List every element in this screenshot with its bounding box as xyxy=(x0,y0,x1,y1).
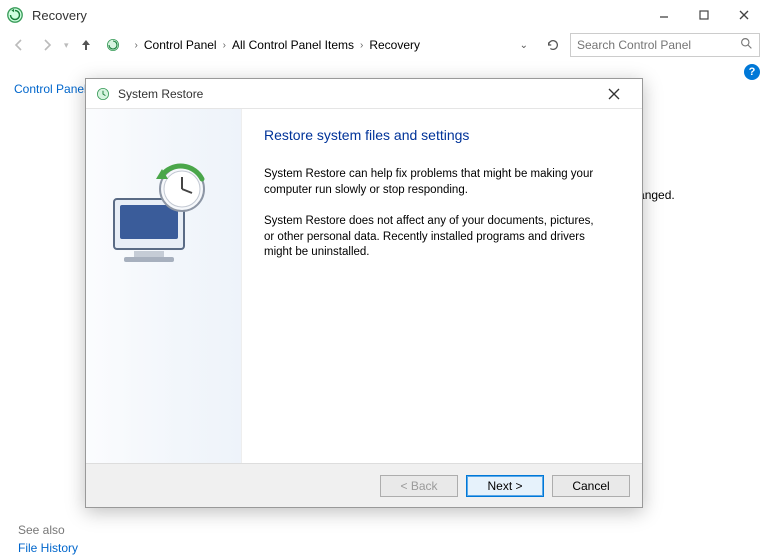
dialog-title: System Restore xyxy=(118,87,203,101)
chevron-right-icon: › xyxy=(223,40,226,51)
back-button: < Back xyxy=(380,475,458,497)
window-close-button[interactable] xyxy=(724,1,764,29)
recovery-icon xyxy=(4,4,26,26)
see-also-heading: See also xyxy=(18,523,65,537)
window-titlebar: Recovery xyxy=(0,0,768,30)
breadcrumb[interactable]: › Control Panel › All Control Panel Item… xyxy=(129,33,536,57)
refresh-button[interactable] xyxy=(542,34,564,56)
breadcrumb-icon xyxy=(103,35,123,55)
dialog-sidebar xyxy=(86,109,242,463)
restore-illustration-icon xyxy=(104,159,224,272)
cancel-button[interactable]: Cancel xyxy=(552,475,630,497)
dialog-titlebar: System Restore xyxy=(86,79,642,109)
file-history-link[interactable]: File History xyxy=(18,541,78,555)
next-button[interactable]: Next > xyxy=(466,475,544,497)
breadcrumb-item[interactable]: All Control Panel Items xyxy=(232,38,354,52)
chevron-right-icon: › xyxy=(135,40,138,51)
chevron-right-icon: › xyxy=(360,40,363,51)
window-title: Recovery xyxy=(32,8,87,23)
nav-back-button[interactable] xyxy=(8,34,30,56)
breadcrumb-item[interactable]: Control Panel xyxy=(144,38,217,52)
dialog-paragraph: System Restore can help fix problems tha… xyxy=(264,167,604,198)
dialog-close-button[interactable] xyxy=(594,80,634,108)
search-field[interactable] xyxy=(577,38,740,52)
system-restore-dialog: System Restore xyxy=(85,78,643,508)
help-button[interactable]: ? xyxy=(744,64,760,80)
breadcrumb-item[interactable]: Recovery xyxy=(369,38,420,52)
breadcrumb-dropdown-icon[interactable]: ⌄ xyxy=(520,40,532,51)
window-maximize-button[interactable] xyxy=(684,1,724,29)
search-icon xyxy=(740,37,753,53)
window-minimize-button[interactable] xyxy=(644,1,684,29)
search-input[interactable] xyxy=(570,33,760,57)
dialog-heading: Restore system files and settings xyxy=(264,127,620,143)
dialog-content: Restore system files and settings System… xyxy=(242,109,642,463)
dialog-footer: < Back Next > Cancel xyxy=(86,463,642,507)
navigation-bar: ▾ › Control Panel › All Control Panel It… xyxy=(0,30,768,60)
nav-history-dropdown-icon[interactable]: ▾ xyxy=(64,40,69,51)
system-restore-icon xyxy=(94,85,112,103)
dialog-paragraph: System Restore does not affect any of yo… xyxy=(264,214,604,261)
nav-up-button[interactable] xyxy=(75,34,97,56)
nav-forward-button[interactable] xyxy=(36,34,58,56)
